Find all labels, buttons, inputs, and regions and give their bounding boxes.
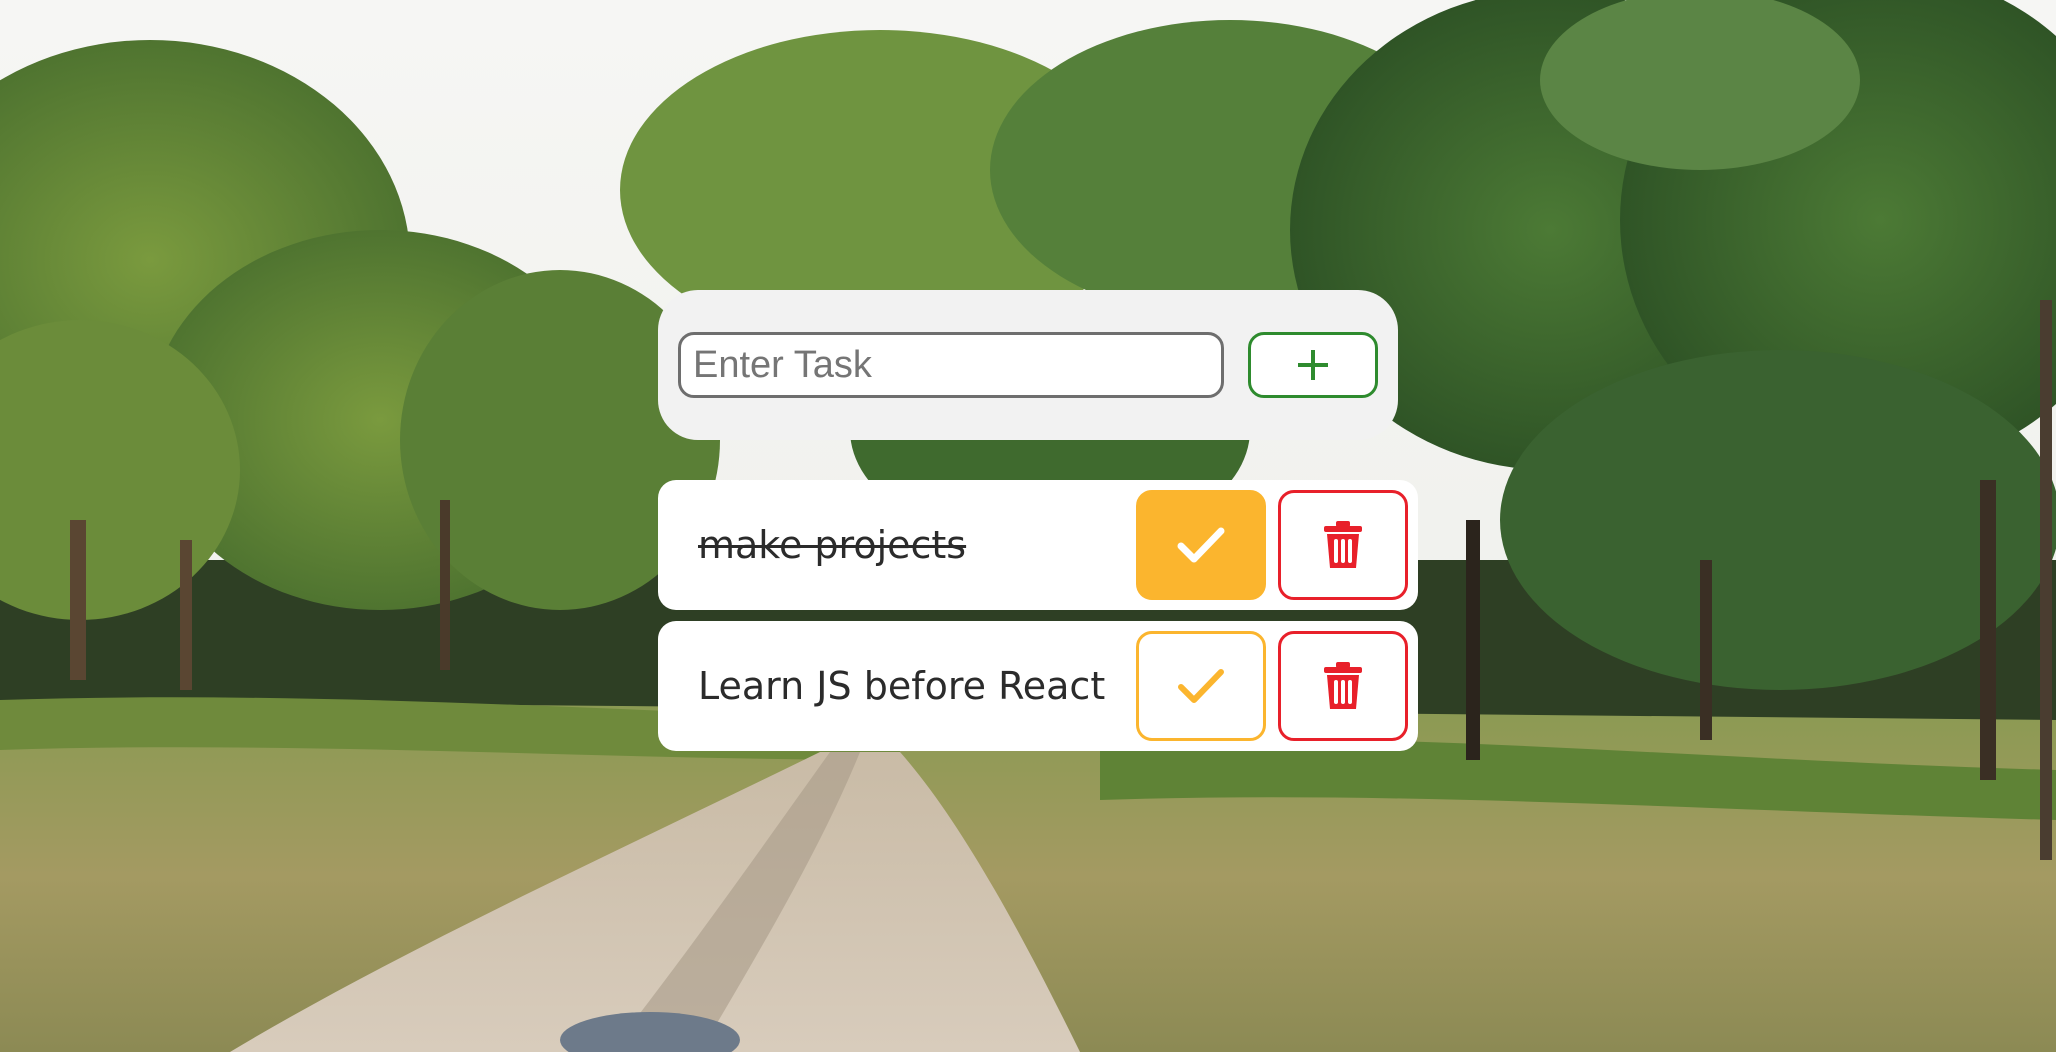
checkmark-icon <box>1177 667 1225 705</box>
add-task-button[interactable] <box>1248 332 1378 398</box>
task-item: Learn JS before React <box>658 621 1418 751</box>
delete-task-button[interactable] <box>1278 631 1408 741</box>
task-input[interactable] <box>678 332 1224 398</box>
complete-task-button[interactable] <box>1136 490 1266 600</box>
complete-task-button[interactable] <box>1136 631 1266 741</box>
task-text: Learn JS before React <box>698 664 1106 708</box>
trash-icon <box>1323 520 1363 570</box>
task-text: make projects <box>698 523 967 567</box>
plus-icon <box>1296 348 1330 382</box>
trash-icon <box>1323 661 1363 711</box>
checkmark-icon <box>1177 526 1225 564</box>
delete-task-button[interactable] <box>1278 490 1408 600</box>
todo-app: make projects Learn JS befor <box>0 0 2056 1052</box>
add-task-card <box>658 290 1398 440</box>
task-item: make projects <box>658 480 1418 610</box>
